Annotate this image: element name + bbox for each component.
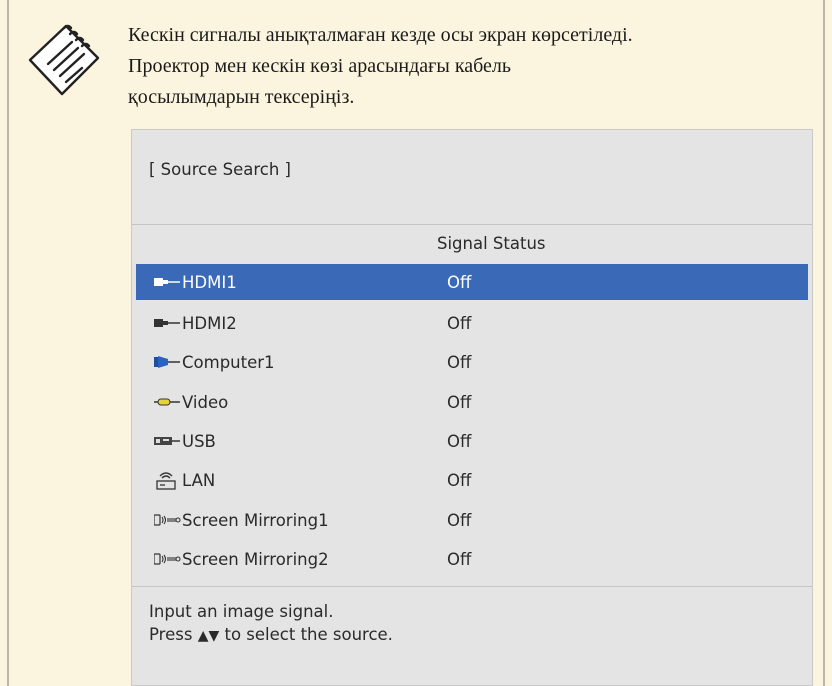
vga-computer-icon	[154, 354, 182, 370]
source-status: Off	[447, 470, 472, 490]
source-name: Screen Mirroring1	[182, 510, 329, 530]
footer-line-2: Press ▲▼ to select the source.	[149, 623, 393, 648]
source-status: Off	[447, 272, 472, 292]
panel-footer: Input an image signal. Press ▲▼ to selec…	[149, 600, 393, 648]
source-name: Video	[182, 392, 229, 412]
source-name: HDMI2	[182, 313, 237, 333]
source-row-computer1[interactable]: Computer1 Off	[136, 344, 808, 380]
up-down-arrows-icon: ▲▼	[197, 628, 220, 644]
note-line-2: Проектор мен кескін көзі арасындағы кабе…	[128, 55, 511, 77]
source-name: HDMI1	[182, 272, 237, 292]
footer-press-label: Press	[149, 625, 193, 644]
source-row-screen-mirroring1[interactable]: Screen Mirroring1 Off	[136, 502, 808, 538]
source-row-video[interactable]: Video Off	[136, 384, 808, 420]
hdmi-icon	[154, 315, 182, 331]
source-name: LAN	[182, 470, 216, 490]
note-text: Кескін сигналы анықталмаған кезде осы эк…	[128, 20, 818, 113]
source-status: Off	[447, 313, 472, 333]
source-status: Off	[447, 352, 472, 372]
divider	[132, 586, 812, 587]
signal-status-header: Signal Status	[437, 234, 546, 253]
source-row-usb[interactable]: USB Off	[136, 423, 808, 459]
source-status: Off	[447, 392, 472, 412]
source-name: Screen Mirroring2	[182, 549, 329, 569]
source-row-lan[interactable]: LAN Off	[136, 462, 808, 498]
usb-icon	[154, 433, 182, 449]
source-name: Computer1	[182, 352, 275, 372]
footer-line-1: Input an image signal.	[149, 602, 334, 621]
note-line-3: қосылымдарын тексеріңіз.	[128, 86, 355, 108]
source-row-screen-mirroring2[interactable]: Screen Mirroring2 Off	[136, 541, 808, 577]
hdmi-icon	[154, 274, 182, 290]
source-row-hdmi1[interactable]: HDMI1 Off	[136, 264, 808, 300]
source-status: Off	[447, 431, 472, 451]
source-name: USB	[182, 431, 216, 451]
divider	[132, 224, 812, 225]
source-status: Off	[447, 549, 472, 569]
source-status: Off	[447, 510, 472, 530]
source-search-panel: [ Source Search ] Signal Status HDMI1 Of…	[131, 129, 813, 686]
source-row-hdmi2[interactable]: HDMI2 Off	[136, 305, 808, 341]
rca-video-icon	[154, 394, 182, 410]
screen-mirroring-icon	[154, 512, 182, 528]
footer-select-label: to select the source.	[224, 625, 393, 644]
note-pad-icon	[28, 24, 100, 96]
panel-title: [ Source Search ]	[149, 160, 291, 179]
note-line-1: Кескін сигналы анықталмаған кезде осы эк…	[128, 24, 633, 46]
screen-mirroring-icon	[154, 551, 182, 567]
lan-wireless-icon	[154, 472, 182, 490]
